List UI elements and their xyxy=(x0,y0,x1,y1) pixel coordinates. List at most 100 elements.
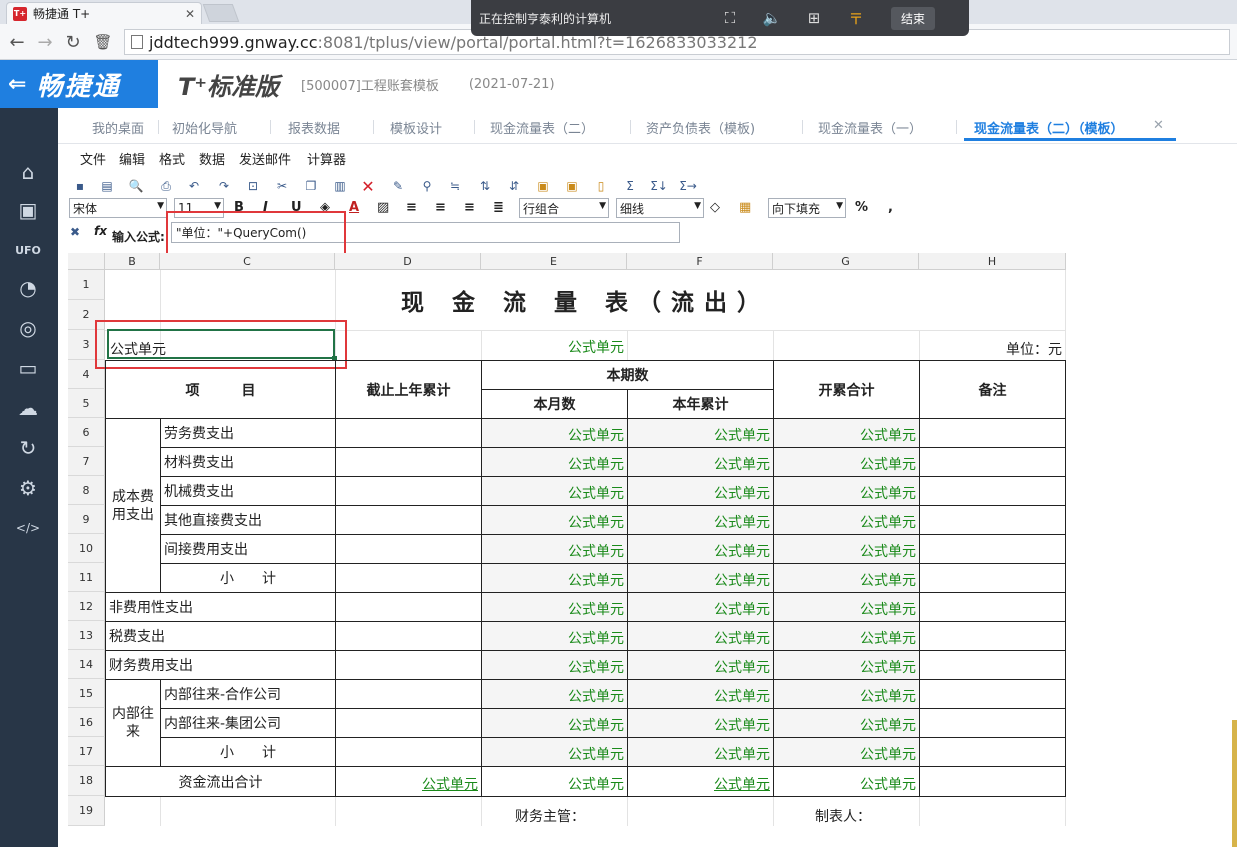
formula-cell[interactable]: 公式单元 xyxy=(773,650,920,680)
close-tab-icon[interactable]: ✕ xyxy=(1153,118,1164,133)
cell-d[interactable] xyxy=(335,534,482,564)
tab-init-guide[interactable]: 初始化导航 xyxy=(172,118,237,137)
item-label[interactable]: 内部往来-合作公司 xyxy=(160,679,336,709)
find-icon[interactable]: ⚲ xyxy=(419,178,435,194)
formula-cell[interactable]: 公式单元 xyxy=(773,418,920,448)
row-header[interactable]: 7 xyxy=(68,447,105,476)
formula-cell[interactable]: 公式单元 xyxy=(481,621,628,651)
col-header-g[interactable]: G xyxy=(773,253,919,270)
formula-cell[interactable]: 公式单元 xyxy=(773,708,920,738)
cloud-icon[interactable]: ☁ xyxy=(14,394,42,422)
cell-h[interactable] xyxy=(919,737,1066,767)
tab-cashflow-2[interactable]: 现金流量表（二） xyxy=(490,118,594,137)
protect-icon[interactable]: ▯ xyxy=(593,178,609,194)
end-session-button[interactable]: 结束 xyxy=(891,6,936,30)
sort-asc-icon[interactable]: ⇅ xyxy=(477,178,493,194)
sort-desc-icon[interactable]: ⇵ xyxy=(506,178,522,194)
row-header[interactable]: 9 xyxy=(68,505,105,534)
item-label[interactable]: 资金流出合计 xyxy=(105,766,336,797)
col-header-d[interactable]: D xyxy=(335,253,481,270)
item-label[interactable]: 间接费用支出 xyxy=(160,534,336,564)
col-header-b[interactable]: B xyxy=(105,253,160,270)
font-select[interactable]: 宋体 ▼ xyxy=(69,198,167,218)
formula-cell[interactable]: 公式单元 xyxy=(481,418,628,448)
formula-cell[interactable]: 公式单元 xyxy=(481,505,628,535)
formula-cell[interactable]: 公式单元 xyxy=(773,563,920,593)
formula-cell[interactable]: 公式单元 xyxy=(627,534,774,564)
header-period[interactable]: 本期数 xyxy=(481,360,774,390)
cell-h[interactable] xyxy=(919,476,1066,506)
formula-cell[interactable]: 公式单元 xyxy=(773,621,920,651)
target-icon[interactable]: ◎ xyxy=(14,314,42,342)
cell-h[interactable] xyxy=(919,679,1066,709)
lock-icon[interactable]: ▣ xyxy=(535,178,551,194)
cell-h[interactable] xyxy=(919,592,1066,622)
cell-d[interactable] xyxy=(335,476,482,506)
cell-d18[interactable]: 公式单元 xyxy=(335,766,482,797)
new-tab-button[interactable] xyxy=(202,4,240,22)
menu-calculator[interactable]: 计算器 xyxy=(307,149,346,168)
item-label[interactable]: 非费用性支出 xyxy=(105,592,336,622)
home-chart-icon[interactable]: ⌂ xyxy=(14,158,42,186)
row-header[interactable]: 19 xyxy=(68,796,105,826)
formula-cell[interactable]: 公式单元 xyxy=(481,708,628,738)
formula-cell[interactable]: 公式单元 xyxy=(773,679,920,709)
row-header[interactable]: 10 xyxy=(68,534,105,563)
formula-cell[interactable]: 公式单元 xyxy=(773,505,920,535)
align-center-icon[interactable]: ≡ xyxy=(435,200,446,215)
cell-h18[interactable] xyxy=(919,766,1066,797)
replace-icon[interactable]: ≒ xyxy=(447,178,463,194)
formula-cell[interactable]: 公式单元 xyxy=(627,447,774,477)
function-icon[interactable]: fx xyxy=(94,224,107,238)
formula-cell[interactable]: 公式单元 xyxy=(481,563,628,593)
item-label[interactable]: 小 计 xyxy=(160,563,336,593)
clear-format-icon[interactable]: ✎ xyxy=(390,178,406,194)
save-as-icon[interactable]: ▤ xyxy=(99,178,115,194)
item-label[interactable]: 机械费支出 xyxy=(160,476,336,506)
cell-h[interactable] xyxy=(919,621,1066,651)
trash-icon[interactable]: 🗑 xyxy=(92,30,114,54)
cell-h[interactable] xyxy=(919,708,1066,738)
back-arrow-icon[interactable]: ← xyxy=(6,30,28,54)
formula-cell[interactable]: 公式单元 xyxy=(627,563,774,593)
tab-balance-sheet[interactable]: 资产负债表（模板) xyxy=(646,118,755,137)
group-internal[interactable]: 内部往 来 xyxy=(105,679,161,767)
header-prev-year[interactable]: 截止上年累计 xyxy=(335,360,482,419)
close-tab-icon[interactable]: ✕ xyxy=(185,7,195,21)
row-header[interactable]: 13 xyxy=(68,621,105,650)
cell-f18[interactable]: 公式单元 xyxy=(627,766,774,797)
row-header[interactable]: 14 xyxy=(68,650,105,679)
box-icon[interactable]: ▣ xyxy=(14,196,42,224)
comma-button[interactable]: , xyxy=(888,200,893,215)
menu-send-mail[interactable]: 发送邮件 xyxy=(239,149,291,168)
align-left-icon[interactable]: ≡ xyxy=(406,200,417,215)
formula-cancel-icon[interactable]: ✖ xyxy=(70,225,80,239)
tab-template-design[interactable]: 模板设计 xyxy=(390,118,442,137)
formula-cell[interactable]: 公式单元 xyxy=(627,476,774,506)
row-header[interactable]: 17 xyxy=(68,737,105,766)
select-all-icon[interactable]: ⊡ xyxy=(245,178,261,194)
cut-icon[interactable]: ✂ xyxy=(274,178,290,194)
sum-icon[interactable]: Σ xyxy=(622,178,638,194)
cell-d[interactable] xyxy=(335,592,482,622)
formula-cell[interactable]: 公式单元 xyxy=(627,418,774,448)
formula-cell[interactable]: 公式单元 xyxy=(627,708,774,738)
row-header[interactable]: 18 xyxy=(68,766,105,796)
forward-arrow-icon[interactable]: → xyxy=(34,30,56,54)
browser-tab[interactable]: T+ 畅捷通 T+ ✕ xyxy=(6,2,202,24)
cell-h[interactable] xyxy=(919,534,1066,564)
settings-icon[interactable]: ⚙ xyxy=(14,474,42,502)
fill-down-select[interactable]: 向下填充 ▼ xyxy=(768,198,846,218)
sheet-corner[interactable] xyxy=(68,253,105,270)
reload-icon[interactable]: ↻ xyxy=(62,30,84,54)
sum-row-icon[interactable]: Σ↓ xyxy=(650,178,668,194)
print-icon[interactable]: ⎙ xyxy=(158,178,174,194)
formula-cell[interactable]: 公式单元 xyxy=(773,476,920,506)
item-label[interactable]: 税费支出 xyxy=(105,621,336,651)
row-header[interactable]: 6 xyxy=(68,418,105,447)
copy-icon[interactable]: ❐ xyxy=(303,178,319,194)
header-total[interactable]: 开累合计 xyxy=(773,360,920,419)
border-icon[interactable]: ▨ xyxy=(377,200,389,215)
volume-icon[interactable]: 🔈 xyxy=(751,9,793,27)
paste-icon[interactable]: ▥ xyxy=(332,178,348,194)
